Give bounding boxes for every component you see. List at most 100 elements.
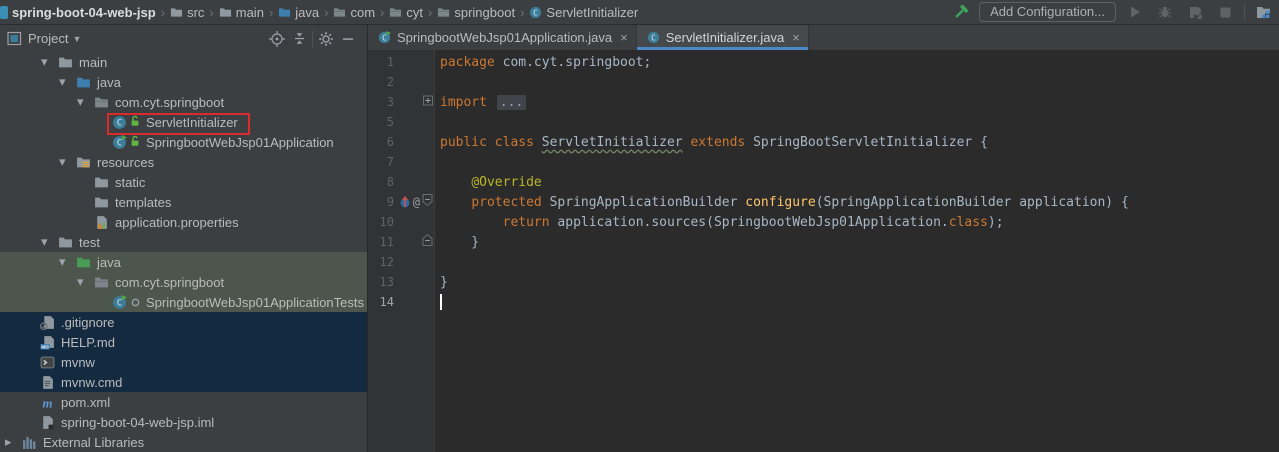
tree-collapse-arrow-icon[interactable]: ▸ bbox=[5, 434, 22, 450]
tree-row[interactable]: application.properties bbox=[0, 212, 367, 232]
file-md-icon: MD bbox=[40, 335, 55, 350]
tree-item-label: HELP.md bbox=[61, 334, 115, 350]
code-line[interactable]: 11 } bbox=[368, 232, 1279, 252]
tab-close-icon[interactable]: × bbox=[792, 30, 800, 45]
tree-item-label: spring-boot-04-web-jsp.iml bbox=[61, 414, 215, 430]
overriding-method-icon[interactable] bbox=[400, 196, 411, 208]
code-line[interactable]: 9 @ protected SpringApplicationBuilder co… bbox=[368, 192, 1279, 212]
editor-tab-bar: C SpringbootWebJsp01Application.java × C Ser… bbox=[368, 25, 1279, 50]
code-line[interactable]: 1 package com.cyt.springboot; bbox=[368, 52, 1279, 72]
editor-tab[interactable]: C ServletInitializer.java × bbox=[636, 25, 809, 50]
breadcrumb-item[interactable]: java bbox=[276, 5, 321, 20]
code-line[interactable]: 14 bbox=[368, 292, 1279, 312]
debug-button[interactable] bbox=[1154, 2, 1176, 22]
tree-row[interactable]: ▸ External Libraries bbox=[0, 432, 367, 452]
build-hammer-button[interactable] bbox=[949, 2, 971, 22]
code-line[interactable]: 8 @Override bbox=[368, 172, 1279, 192]
tree-row[interactable]: ▾ resources bbox=[0, 152, 367, 172]
tree-row[interactable]: m pom.xml bbox=[0, 392, 367, 412]
breadcrumb-item[interactable]: com bbox=[331, 5, 377, 20]
line-number[interactable]: 2 bbox=[368, 75, 394, 89]
tree-row[interactable]: ▾ com.cyt.springboot bbox=[0, 272, 367, 292]
tree-expand-arrow-icon[interactable]: ▾ bbox=[59, 154, 76, 170]
tree-row[interactable]: C ServletInitializer bbox=[0, 112, 367, 132]
breadcrumb-item[interactable]: src bbox=[168, 5, 206, 20]
toolbar-divider bbox=[1244, 4, 1245, 20]
code-segment: SpringBootServletInitializer { bbox=[753, 134, 988, 150]
annotation-gutter-icon[interactable]: @ bbox=[413, 195, 420, 209]
breadcrumb-project-name[interactable]: spring-boot-04-web-jsp bbox=[12, 5, 156, 20]
tree-item-label: External Libraries bbox=[43, 434, 145, 450]
tree-item-label: resources bbox=[97, 154, 155, 170]
tree-row[interactable]: ▾ java bbox=[0, 72, 367, 92]
code-line[interactable]: 10 return application.sources(Springboot… bbox=[368, 212, 1279, 232]
fold-marker-icon[interactable] bbox=[422, 194, 433, 211]
line-number[interactable]: 1 bbox=[368, 55, 394, 69]
line-number[interactable]: 8 bbox=[368, 175, 394, 189]
code-line[interactable]: 7 bbox=[368, 152, 1279, 172]
line-number[interactable]: 10 bbox=[368, 215, 394, 229]
fold-marker-icon[interactable] bbox=[422, 233, 433, 251]
tree-row[interactable]: ▾ main bbox=[0, 52, 367, 72]
collapse-all-button[interactable] bbox=[288, 28, 310, 50]
tree-expand-arrow-icon[interactable]: ▾ bbox=[59, 74, 76, 90]
run-button[interactable] bbox=[1124, 2, 1146, 22]
tree-expand-arrow-icon[interactable]: ▾ bbox=[41, 54, 58, 70]
breadcrumb-item[interactable]: cyt bbox=[387, 5, 425, 20]
add-configuration-button[interactable]: Add Configuration... bbox=[979, 2, 1116, 22]
project-panel-title[interactable]: Project bbox=[28, 31, 68, 46]
tree-row[interactable]: spring-boot-04-web-jsp.iml bbox=[0, 412, 367, 432]
tree-item-label: .gitignore bbox=[61, 314, 115, 330]
line-number[interactable]: 9 bbox=[368, 195, 394, 209]
tree-expand-arrow-icon[interactable]: ▾ bbox=[59, 254, 76, 270]
line-number[interactable]: 3 bbox=[368, 95, 394, 109]
file-ignored-icon bbox=[40, 315, 55, 330]
tree-row[interactable]: ▾ com.cyt.springboot bbox=[0, 92, 367, 112]
breadcrumb-item[interactable]: main bbox=[217, 5, 266, 20]
tree-row[interactable]: templates bbox=[0, 192, 367, 212]
tree-row[interactable]: C SpringbootWebJsp01Application bbox=[0, 132, 367, 152]
code-line[interactable]: 6 public class ServletInitializer extends… bbox=[368, 132, 1279, 152]
package-icon bbox=[94, 275, 109, 290]
code-segment: class bbox=[948, 214, 988, 230]
tree-row[interactable]: MD HELP.md bbox=[0, 332, 367, 352]
chevron-separator-icon: › bbox=[160, 4, 166, 20]
line-number[interactable]: 13 bbox=[368, 275, 394, 289]
code-line[interactable]: 2 bbox=[368, 72, 1279, 92]
settings-gear-button[interactable] bbox=[315, 28, 337, 50]
tree-row[interactable]: ▾ java bbox=[0, 252, 367, 272]
tree-expand-arrow-icon[interactable]: ▾ bbox=[77, 94, 94, 110]
code-editor[interactable]: 1 package com.cyt.springboot; 2 3 import ...… bbox=[368, 50, 1279, 452]
fold-marker-icon[interactable] bbox=[423, 95, 433, 110]
tab-close-icon[interactable]: × bbox=[620, 30, 628, 45]
chevron-down-icon[interactable]: ▼ bbox=[72, 34, 81, 44]
line-number[interactable]: 11 bbox=[368, 235, 394, 249]
line-number[interactable]: 6 bbox=[368, 135, 394, 149]
tree-row[interactable]: mvnw bbox=[0, 352, 367, 372]
tree-row[interactable]: ▾ test bbox=[0, 232, 367, 252]
tree-expand-arrow-icon[interactable]: ▾ bbox=[41, 234, 58, 250]
breadcrumb-label: com bbox=[350, 4, 376, 20]
breadcrumb-item[interactable]: springboot bbox=[435, 5, 517, 20]
locate-file-button[interactable] bbox=[266, 28, 288, 50]
code-line[interactable]: 12 bbox=[368, 252, 1279, 272]
code-line[interactable]: 13} bbox=[368, 272, 1279, 292]
coverage-button[interactable] bbox=[1184, 2, 1206, 22]
line-number[interactable]: 5 bbox=[368, 115, 394, 129]
tree-row[interactable]: mvnw.cmd bbox=[0, 372, 367, 392]
tree-row[interactable]: .gitignore bbox=[0, 312, 367, 332]
stop-button[interactable] bbox=[1214, 2, 1236, 22]
line-number[interactable]: 14 bbox=[368, 295, 394, 309]
code-line[interactable]: 3 import ... bbox=[368, 92, 1279, 112]
editor-tab[interactable]: C SpringbootWebJsp01Application.java × bbox=[368, 25, 637, 50]
hide-panel-button[interactable] bbox=[337, 28, 359, 50]
tree-item-label: com.cyt.springboot bbox=[115, 274, 225, 290]
code-line[interactable]: 5 bbox=[368, 112, 1279, 132]
tree-row[interactable]: C SpringbootWebJsp01ApplicationTests bbox=[0, 292, 367, 312]
project-structure-button[interactable] bbox=[1253, 2, 1275, 22]
line-number[interactable]: 12 bbox=[368, 255, 394, 269]
tree-row[interactable]: static bbox=[0, 172, 367, 192]
breadcrumb-item[interactable]: C ServletInitializer bbox=[527, 5, 640, 20]
line-number[interactable]: 7 bbox=[368, 155, 394, 169]
tree-expand-arrow-icon[interactable]: ▾ bbox=[77, 274, 94, 290]
